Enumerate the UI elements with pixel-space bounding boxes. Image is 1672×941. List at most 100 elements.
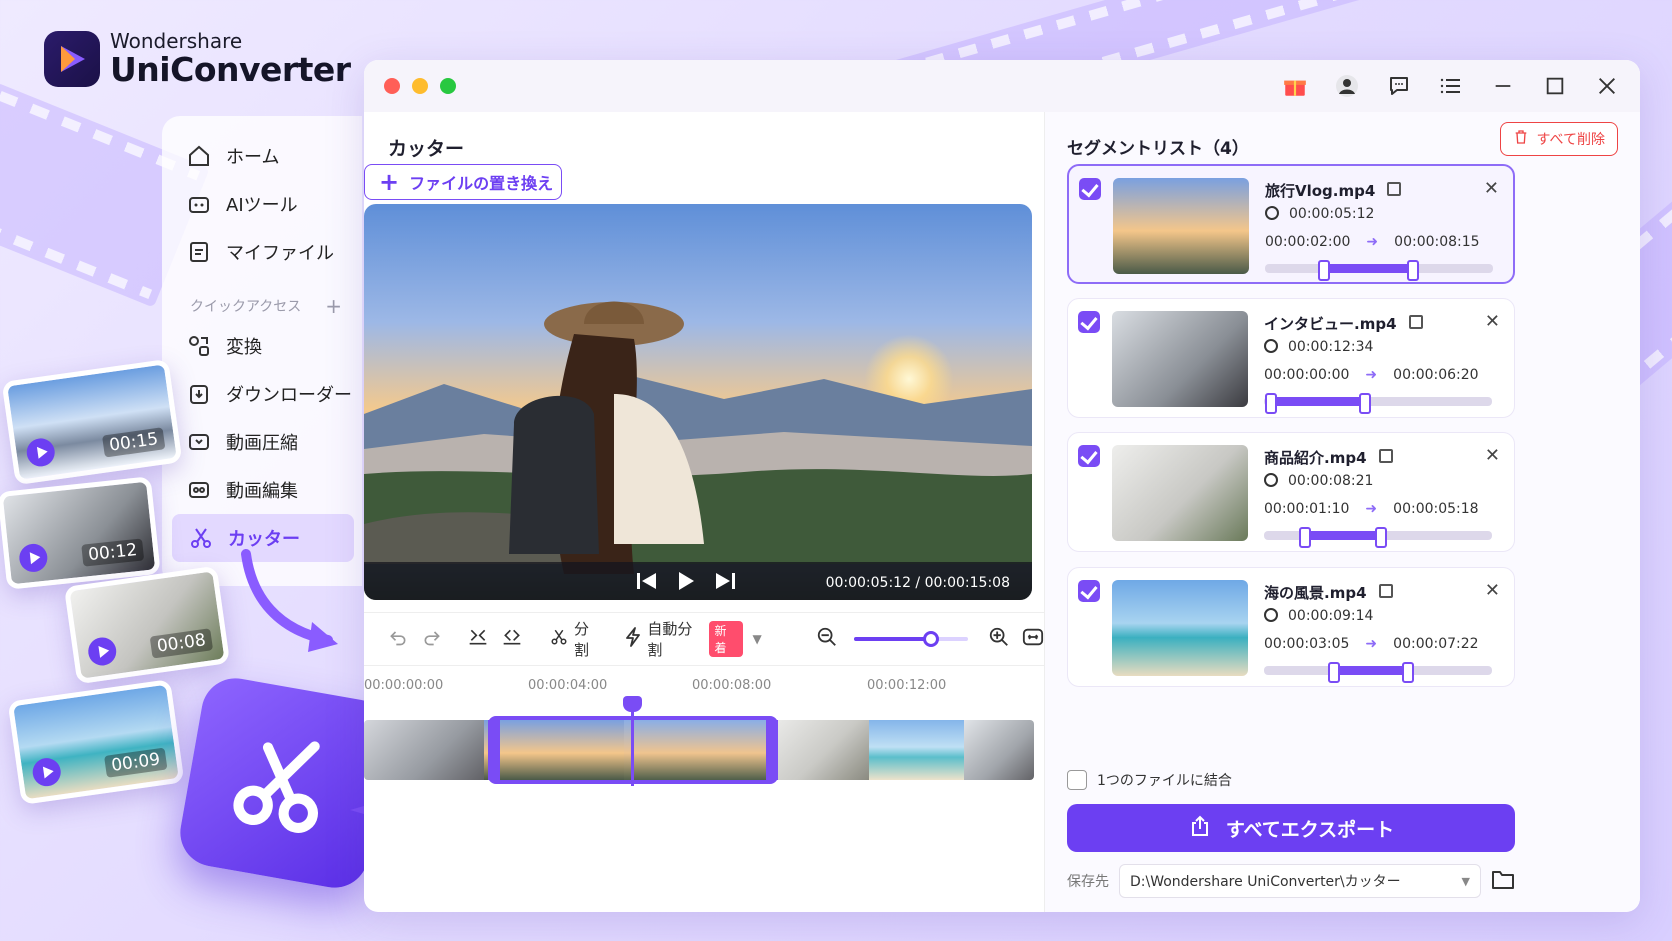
zoom-in-icon[interactable]	[988, 626, 1010, 652]
merge-checkbox[interactable]	[1067, 770, 1087, 790]
my-files-icon	[186, 239, 212, 265]
title-bar	[364, 60, 1640, 112]
edit-name-icon[interactable]	[1387, 182, 1401, 196]
thumbnail-duration: 00:09	[104, 747, 168, 778]
play-icon	[30, 756, 63, 788]
playhead-knob[interactable]	[623, 696, 642, 712]
sidebar-item-convert[interactable]: 変換	[162, 322, 362, 370]
timeline-frame	[869, 720, 964, 780]
sidebar-item-downloader[interactable]: ダウンローダー	[162, 370, 362, 418]
segment-file-name: 海の風景.mp4	[1264, 584, 1367, 602]
arrow-right-icon: ➜	[1365, 367, 1378, 383]
export-all-button[interactable]: すべてエクスポート	[1067, 804, 1515, 852]
timeline-frame	[364, 720, 484, 780]
zoom-out-icon[interactable]	[816, 626, 838, 652]
ruler-tick: 00:00:04:00	[528, 678, 608, 693]
sidebar-item-home[interactable]: ホーム	[162, 132, 362, 180]
scissors-icon	[233, 741, 320, 833]
segment-checkbox[interactable]	[1078, 580, 1100, 602]
timeline-frame	[769, 720, 869, 780]
segment-range-fill[interactable]	[1264, 393, 1371, 414]
replace-file-button[interactable]: + ファイルの置き換え	[364, 164, 562, 200]
zoom-slider-thumb[interactable]	[923, 631, 940, 647]
segment-range-fill[interactable]	[1328, 662, 1414, 683]
segment-card[interactable]: 海の風景.mp4 00:00:09:14 00:00:03:05 ➜ 00:00:07:…	[1067, 567, 1515, 687]
edit-name-icon[interactable]	[1379, 584, 1393, 598]
add-quick-access-icon[interactable]: +	[325, 294, 342, 318]
minimize-icon[interactable]	[1490, 73, 1516, 99]
segment-range-track[interactable]	[1264, 527, 1492, 548]
thumbnail-duration: 00:08	[149, 628, 214, 659]
close-window-dot[interactable]	[384, 78, 400, 94]
video-preview[interactable]: 00:00:05:12 / 00:00:15:08	[364, 204, 1032, 600]
redo-icon[interactable]	[422, 627, 442, 651]
segment-range-track[interactable]	[1265, 260, 1493, 281]
segment-checkbox[interactable]	[1078, 311, 1100, 333]
next-frame-icon[interactable]	[714, 571, 736, 595]
remove-segment-icon[interactable]: ✕	[1485, 311, 1500, 332]
export-icon	[1188, 814, 1212, 843]
undo-icon[interactable]	[388, 627, 408, 651]
segment-range-track[interactable]	[1264, 662, 1492, 683]
fit-timeline-icon[interactable]	[1022, 626, 1044, 652]
segment-range-fill[interactable]	[1298, 527, 1387, 548]
remove-segment-icon[interactable]: ✕	[1485, 445, 1500, 466]
sidebar-item-edit-video[interactable]: 動画編集	[162, 466, 362, 514]
merge-option[interactable]: 1つのファイルに結合	[1067, 770, 1232, 790]
segment-card[interactable]: インタビュー.mp4 00:00:12:34 00:00:00:00 ➜ 00:00:0…	[1067, 298, 1515, 418]
save-path-select[interactable]: D:\Wondershare UniConverter\カッター ▼	[1119, 864, 1481, 898]
edit-name-icon[interactable]	[1409, 315, 1423, 329]
segment-duration-value: 00:00:09:14	[1288, 608, 1374, 624]
trim-end-icon[interactable]	[502, 627, 522, 651]
edit-name-icon[interactable]	[1379, 449, 1393, 463]
chat-icon[interactable]	[1386, 73, 1412, 99]
segment-range: 00:00:02:00 ➜ 00:00:08:15	[1265, 234, 1480, 250]
segment-range-fill[interactable]	[1317, 260, 1420, 281]
split-button[interactable]: 分割	[550, 618, 601, 660]
sidebar-item-my-files[interactable]: マイファイル	[162, 228, 362, 276]
segment-thumbnail	[1112, 580, 1248, 676]
menu-icon[interactable]	[1438, 73, 1464, 99]
zoom-slider-fill	[853, 637, 932, 641]
app-logo: Wondershare UniConverter	[44, 30, 351, 88]
close-icon[interactable]	[1594, 73, 1620, 99]
chevron-down-icon[interactable]: ▼	[753, 632, 762, 646]
segment-range-track[interactable]	[1264, 393, 1492, 414]
compress-icon	[186, 429, 212, 455]
minimize-window-dot[interactable]	[412, 78, 428, 94]
gift-icon[interactable]	[1282, 73, 1308, 99]
remove-segment-icon[interactable]: ✕	[1485, 580, 1500, 601]
segment-thumbnail	[1113, 178, 1249, 274]
auto-split-button[interactable]: 自動分割 新着 ▼	[625, 618, 762, 660]
ruler-tick: 00:00:00:00	[364, 678, 444, 693]
prev-frame-icon[interactable]	[636, 571, 658, 595]
segment-duration-value: 00:00:08:21	[1288, 473, 1374, 489]
segment-card[interactable]: 旅行Vlog.mp4 00:00:05:12 00:00:02:00 ➜ 00:00:0…	[1067, 164, 1515, 284]
folder-icon[interactable]	[1491, 868, 1515, 894]
remove-segment-icon[interactable]: ✕	[1484, 178, 1499, 199]
segment-start: 00:00:01:10	[1264, 501, 1350, 517]
segment-checkbox[interactable]	[1078, 445, 1100, 467]
sidebar-item-compress[interactable]: 動画圧縮	[162, 418, 362, 466]
playhead[interactable]	[623, 696, 642, 786]
segment-duration: 00:00:08:21	[1264, 473, 1373, 489]
sidebar-item-label: ダウンローダー	[226, 385, 352, 406]
user-avatar-icon[interactable]	[1334, 73, 1360, 99]
selection-handle-right[interactable]	[766, 720, 778, 780]
clock-icon	[1264, 608, 1278, 622]
segment-checkbox[interactable]	[1079, 178, 1101, 200]
sidebar-item-ai-tools[interactable]: AIツール	[162, 180, 362, 228]
maximize-window-dot[interactable]	[440, 78, 456, 94]
segment-duration-value: 00:00:05:12	[1289, 206, 1375, 222]
segment-start: 00:00:03:05	[1264, 636, 1350, 652]
play-icon[interactable]	[676, 571, 696, 595]
zoom-slider[interactable]	[853, 631, 968, 647]
segment-card[interactable]: 商品紹介.mp4 00:00:08:21 00:00:01:10 ➜ 00:00:05:…	[1067, 432, 1515, 552]
delete-all-button[interactable]: すべて削除	[1499, 122, 1618, 156]
maximize-icon[interactable]	[1542, 73, 1568, 99]
trim-start-icon[interactable]	[468, 627, 488, 651]
selection-handle-left[interactable]	[488, 720, 500, 780]
segment-end: 00:00:08:15	[1394, 234, 1480, 250]
sidebar-item-label: 動画圧縮	[226, 433, 298, 454]
replace-file-label: ファイルの置き換え	[409, 174, 554, 193]
